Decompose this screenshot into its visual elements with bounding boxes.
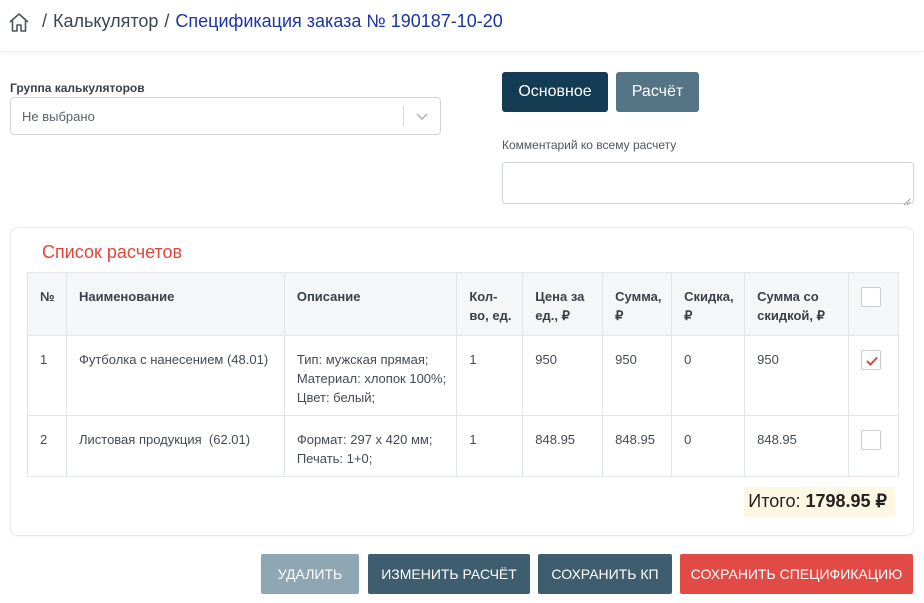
description-line: Формат: 297 х 420 мм;: [296, 432, 433, 447]
description-line: Печать: 1+0;: [296, 451, 373, 466]
header-sum-discount: Сумма со скидкой, ₽: [744, 272, 849, 336]
row-select-cell: [847, 335, 900, 416]
row-discount: 0: [671, 335, 746, 416]
save-kp-button[interactable]: СОХРАНИТЬ КП: [538, 554, 672, 594]
calculator-group-value: Не выбрано: [22, 108, 95, 124]
chevron-down-icon[interactable]: [404, 98, 440, 134]
header-discount: Скидка, ₽: [671, 272, 746, 336]
header-price: Цена за ед., ₽: [522, 272, 604, 336]
breadcrumb-separator: /: [164, 11, 170, 31]
row-checkbox[interactable]: [860, 350, 881, 370]
breadcrumb-bar: / Калькулятор / Спецификация заказа № 19…: [0, 0, 924, 52]
row-num: 1: [27, 335, 67, 416]
calc-list-title: Список расчетов: [42, 242, 183, 262]
breadcrumb-calculator[interactable]: Калькулятор: [53, 11, 158, 32]
breadcrumb-separator: /: [42, 11, 48, 31]
header-qty: Кол-во, ед.: [456, 272, 524, 336]
select-all-checkbox[interactable]: [860, 287, 881, 307]
total-value: 1798.95 ₽: [805, 491, 887, 511]
total-summary: Итого: 1798.95 ₽: [744, 487, 895, 517]
row-qty: 1: [456, 335, 524, 416]
header-sum: Сумма, ₽: [602, 272, 673, 336]
row-sum-discount: 950: [744, 335, 849, 416]
edit-calc-button[interactable]: ИЗМЕНИТЬ РАСЧЁТ: [368, 554, 530, 594]
calculator-group-select[interactable]: Не выбрано: [10, 97, 441, 135]
description-line: Материал: хлопок 100%;: [296, 371, 447, 386]
row-qty: 1: [456, 415, 524, 477]
description-line: Цвет: белый;: [296, 390, 376, 405]
row-description: Тип: мужская прямая; Материал: хлопок 10…: [283, 335, 458, 416]
tab-main-button[interactable]: Основное: [502, 72, 608, 112]
header-select-all: [847, 272, 900, 336]
row-sum-discount: 848.95: [744, 415, 849, 477]
row-price: 950: [522, 335, 604, 416]
header-name: Наименование: [65, 272, 285, 336]
row-num: 2: [27, 415, 67, 477]
home-icon[interactable]: [8, 12, 30, 34]
breadcrumb-current: Спецификация заказа № 190187-10-20: [175, 11, 503, 31]
row-sum: 848.95: [602, 415, 673, 477]
row-checkbox[interactable]: [860, 430, 881, 450]
tab-calc-button[interactable]: Расчёт: [616, 72, 699, 112]
row-price: 848.95: [522, 415, 604, 477]
comment-label: Комментарий ко всему расчету: [502, 138, 677, 152]
table-header-row: № Наименование Описание Кол-во, ед. Цена…: [27, 272, 900, 336]
row-name: Футболка с нанесением (48.01): [65, 335, 285, 416]
table-row: 2 Листовая продукция (62.01) Формат: 297…: [27, 415, 900, 477]
calculator-group-label: Группа калькуляторов: [10, 81, 145, 95]
delete-button[interactable]: УДАЛИТЬ: [261, 554, 359, 594]
header-description: Описание: [283, 272, 458, 336]
header-num: №: [27, 272, 67, 336]
row-discount: 0: [671, 415, 746, 477]
row-sum: 950: [602, 335, 673, 416]
calc-table: № Наименование Описание Кол-во, ед. Цена…: [27, 272, 900, 477]
description-line: Тип: мужская прямая;: [296, 352, 429, 367]
save-spec-button[interactable]: СОХРАНИТЬ СПЕЦИФИКАЦИЮ: [680, 554, 913, 594]
checkmark-icon: [866, 356, 878, 366]
comment-textarea[interactable]: [502, 162, 914, 206]
calc-list-card: Список расчетов № Наименование Описание …: [10, 227, 914, 536]
table-row: 1 Футболка с нанесением (48.01) Тип: муж…: [27, 335, 900, 416]
row-description: Формат: 297 х 420 мм; Печать: 1+0;: [283, 415, 458, 477]
total-label: Итого:: [748, 491, 801, 511]
row-select-cell: [847, 415, 900, 477]
resize-grip-icon[interactable]: [903, 193, 911, 206]
row-name: Листовая продукция (62.01): [65, 415, 285, 477]
